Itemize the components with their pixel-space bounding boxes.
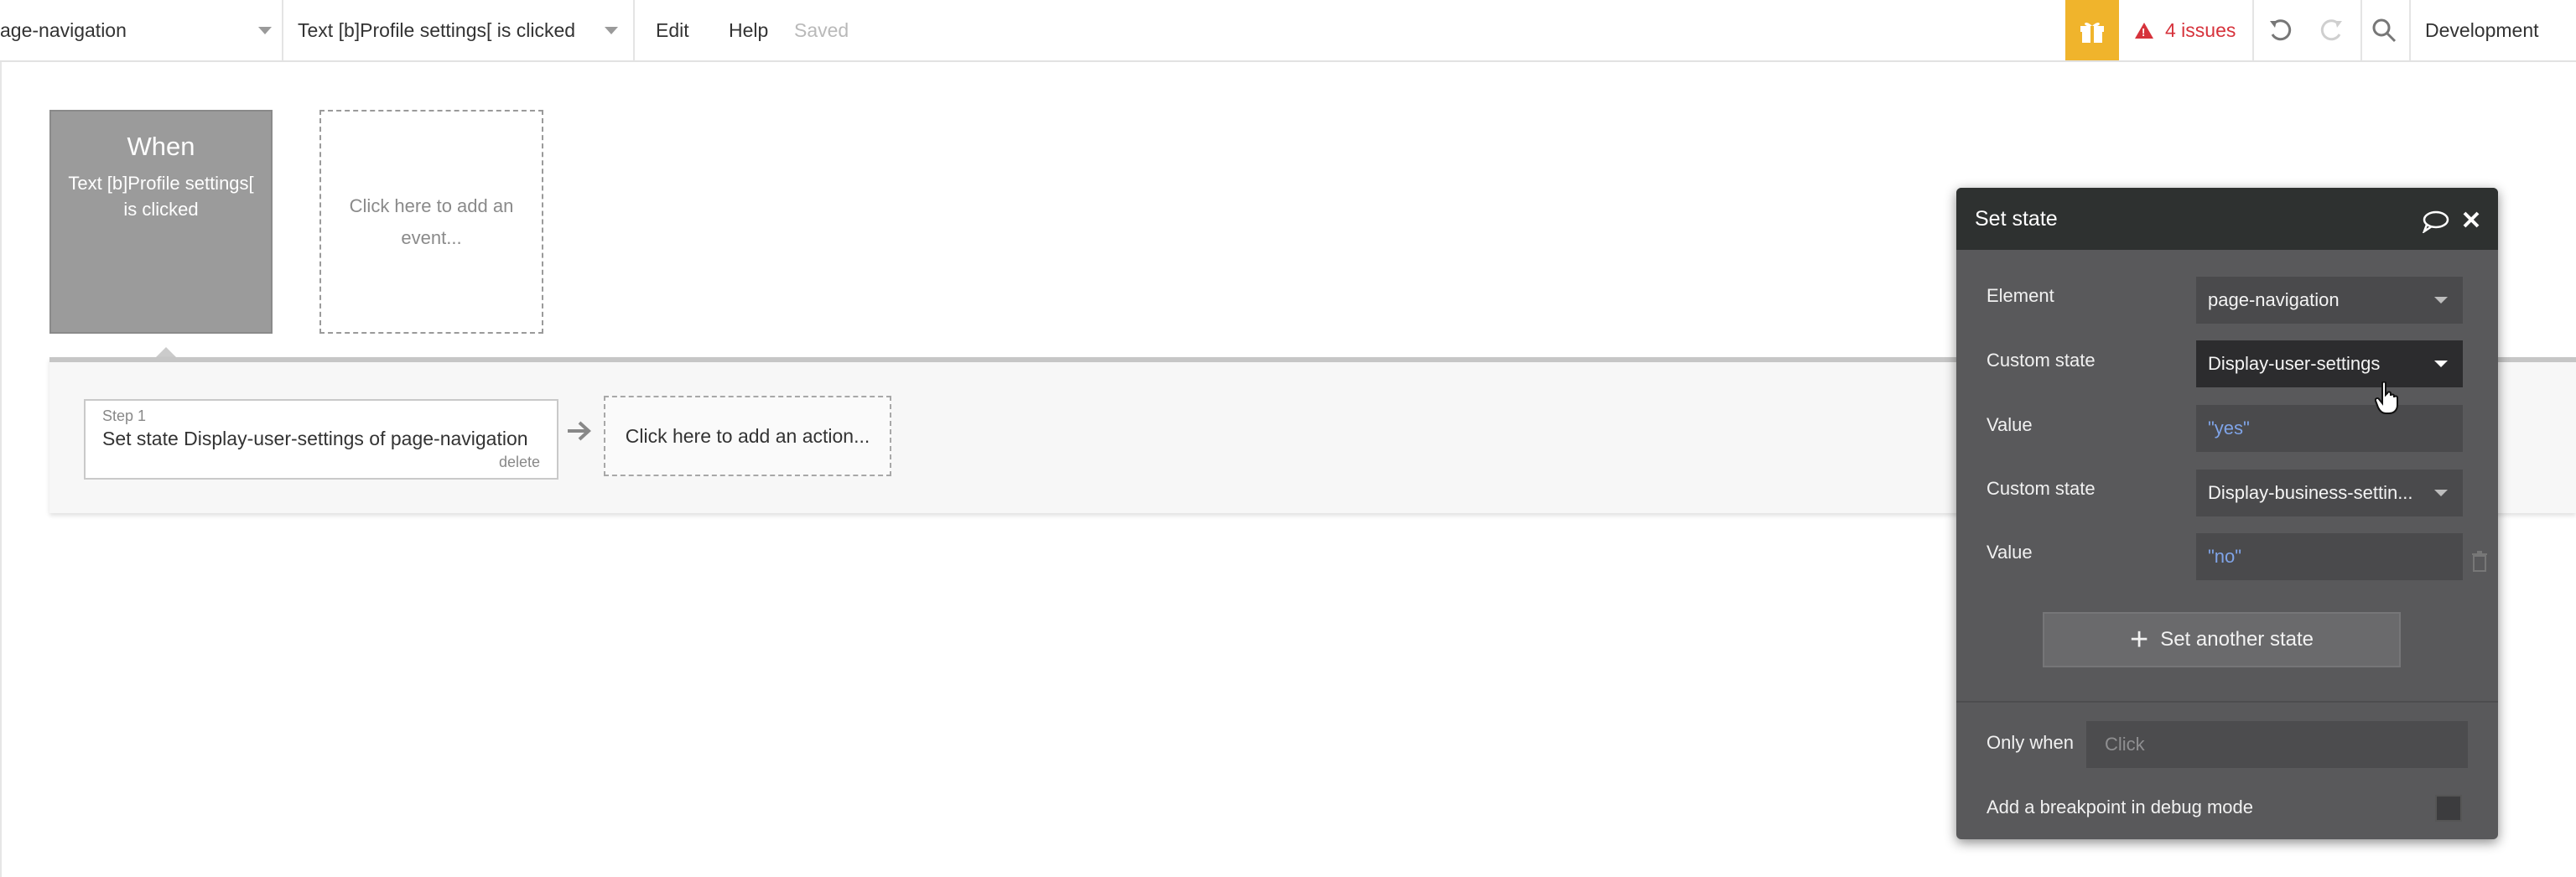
hand-cursor-icon <box>2375 381 2398 414</box>
add-action-card[interactable]: Click here to add an action... <box>604 396 891 476</box>
redo-button[interactable] <box>2317 0 2345 60</box>
divider <box>282 0 283 60</box>
custom-state-dropdown-2[interactable]: Display-business-settin... <box>2196 470 2463 516</box>
set-another-state-label: Set another state <box>2160 628 2314 651</box>
breakpoint-label: Add a breakpoint in debug mode <box>1987 797 2254 817</box>
divider <box>633 0 635 60</box>
panel-divider <box>1956 701 2498 703</box>
chevron-down-icon <box>2434 361 2448 367</box>
redo-icon <box>2320 19 2342 41</box>
set-another-state-button[interactable]: + Set another state <box>2043 612 2401 667</box>
page-selector[interactable]: age-navigation <box>0 0 282 60</box>
value-2: "no" <box>2208 546 2242 567</box>
saved-status: Saved <box>794 18 849 41</box>
canvas-edge <box>0 62 2 877</box>
only-when-label: Only when <box>1987 732 2074 753</box>
top-toolbar: age-navigation Text [b]Profile settings[… <box>0 0 2576 62</box>
environment-value: Development <box>2425 18 2539 41</box>
workflow-editor: age-navigation Text [b]Profile settings[… <box>0 0 2576 877</box>
only-when-placeholder: Click <box>2105 734 2145 755</box>
edit-menu[interactable]: Edit <box>656 0 689 60</box>
divider <box>2409 0 2411 60</box>
plus-icon: + <box>2130 622 2149 657</box>
search-button[interactable] <box>2370 0 2398 60</box>
only-when-input[interactable]: Click <box>2086 721 2468 768</box>
breakpoint-checkbox[interactable] <box>2435 795 2462 822</box>
event-selector[interactable]: Text [b]Profile settings[ is clicked <box>298 0 633 60</box>
divider <box>2252 0 2254 60</box>
panel-header: Set state <box>1956 188 2498 250</box>
event-selector-value: Text [b]Profile settings[ is clicked <box>298 18 576 41</box>
step-card[interactable]: Step 1 Set state Display-user-settings o… <box>84 399 558 480</box>
warning-icon: ! <box>2135 22 2153 39</box>
value-1: "yes" <box>2208 418 2250 438</box>
value-label: Value <box>1987 542 2033 563</box>
step-number: Step 1 <box>102 407 147 424</box>
issues-button[interactable]: ! 4 issues <box>2135 0 2236 60</box>
search-icon <box>2372 18 2397 43</box>
help-menu[interactable]: Help <box>729 0 768 60</box>
element-dropdown[interactable]: page-navigation <box>2196 277 2463 324</box>
when-title: When <box>127 132 195 161</box>
chevron-down-icon <box>2434 297 2448 304</box>
gift-button[interactable] <box>2065 0 2119 60</box>
custom-state-dropdown-1[interactable]: Display-user-settings <box>2196 340 2463 387</box>
event-card-when[interactable]: When Text [b]Profile settings[ is clicke… <box>49 110 273 334</box>
environment-selector[interactable]: Development <box>2425 0 2539 60</box>
gift-icon <box>2080 22 2104 43</box>
page-selector-value: age-navigation <box>0 18 127 41</box>
comment-icon[interactable] <box>2422 210 2450 233</box>
custom-state-label: Custom state <box>1987 350 2096 371</box>
step-delete-link[interactable]: delete <box>499 454 540 471</box>
panel-body: Element page-navigation Custom state Dis… <box>1956 250 2498 839</box>
step-title: Set state Display-user-settings of page-… <box>102 428 528 449</box>
chevron-down-icon <box>605 27 618 34</box>
chevron-down-icon <box>2434 490 2448 496</box>
when-subtitle: Text [b]Profile settings[ is clicked <box>68 173 254 220</box>
close-icon[interactable] <box>2462 210 2480 229</box>
issues-count: 4 issues <box>2165 18 2236 41</box>
value-label: Value <box>1987 414 2033 435</box>
custom-state-label: Custom state <box>1987 478 2096 499</box>
undo-button[interactable] <box>2267 0 2295 60</box>
element-value: page-navigation <box>2208 289 2340 310</box>
divider <box>2360 0 2362 60</box>
arrow-right-icon <box>568 421 591 441</box>
set-state-panel: Set state Element page-navigation Custom… <box>1956 188 2498 839</box>
element-label: Element <box>1987 285 2054 306</box>
custom-state-value-1: Display-user-settings <box>2208 353 2381 374</box>
panel-title: Set state <box>1975 206 2058 231</box>
chevron-down-icon <box>258 27 272 34</box>
value-field-1[interactable]: "yes" <box>2196 405 2463 452</box>
add-event-card[interactable]: Click here to add an event... <box>319 110 543 334</box>
value-field-2[interactable]: "no" <box>2196 533 2463 580</box>
undo-icon <box>2270 19 2292 41</box>
trash-icon[interactable] <box>2471 551 2488 573</box>
custom-state-value-2: Display-business-settin... <box>2208 482 2413 503</box>
